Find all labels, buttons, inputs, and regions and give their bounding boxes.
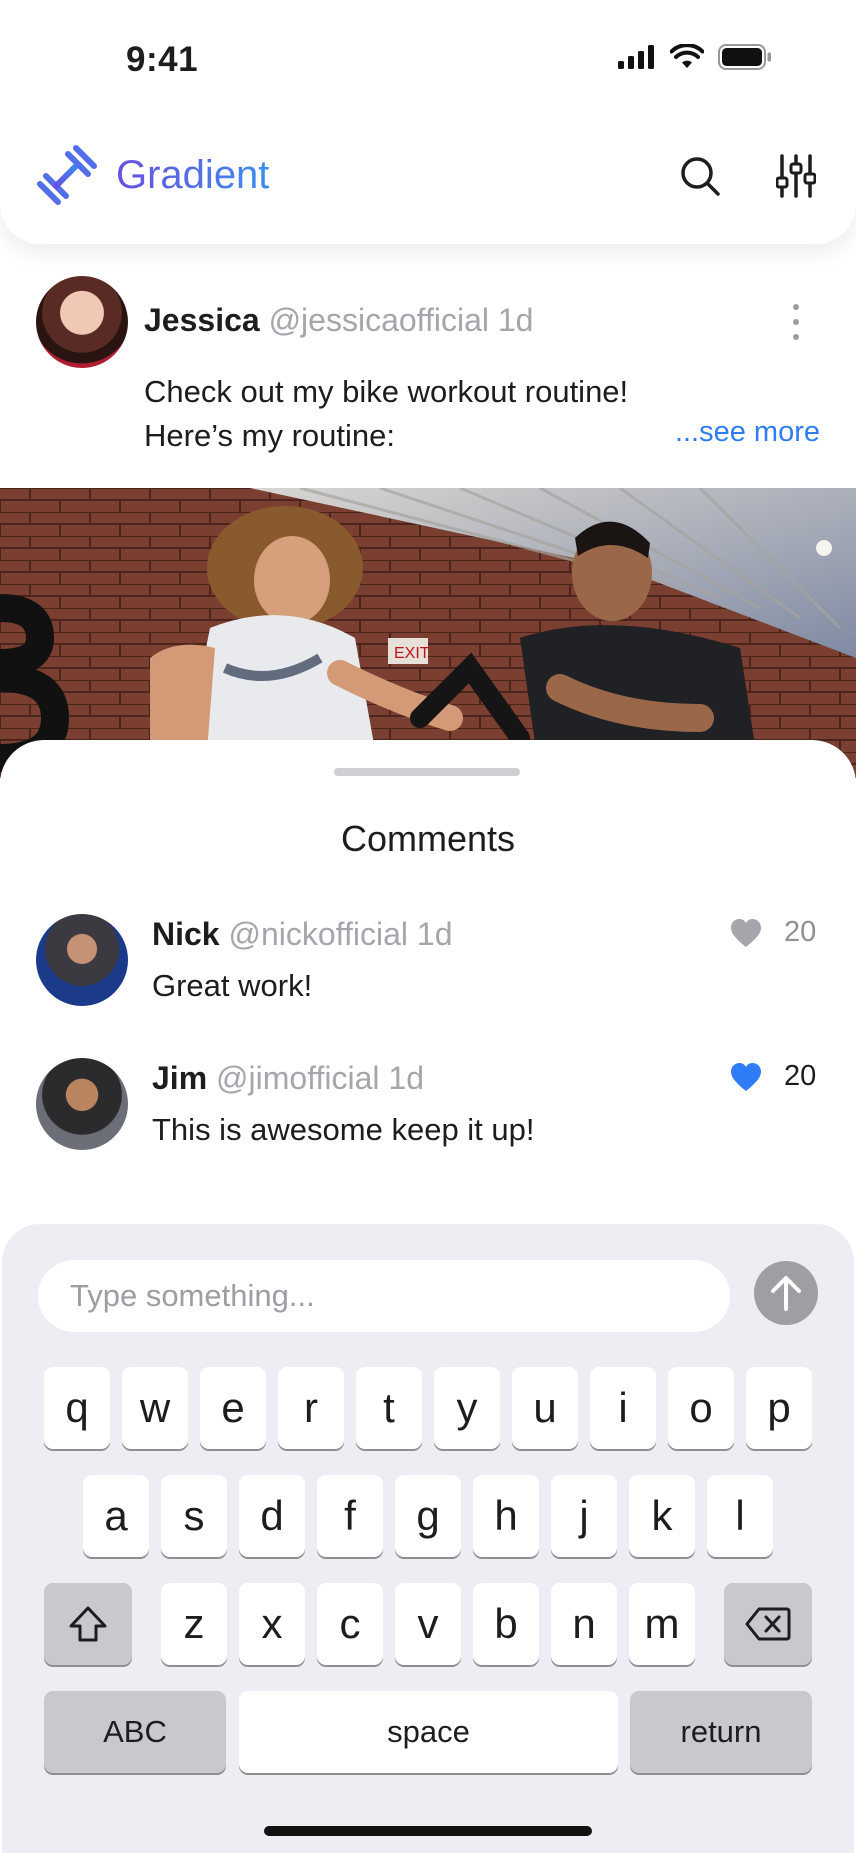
heart-icon[interactable] xyxy=(730,1062,762,1092)
comment-author-name[interactable]: Jim xyxy=(152,1060,207,1096)
key-r[interactable]: r xyxy=(278,1367,344,1449)
key-l[interactable]: l xyxy=(707,1475,773,1557)
post-text-line-2: Here’s my routine: xyxy=(144,418,395,453)
shift-key[interactable] xyxy=(44,1583,132,1665)
key-m[interactable]: m xyxy=(629,1583,695,1665)
key-p[interactable]: p xyxy=(746,1367,812,1449)
wifi-icon xyxy=(670,44,704,68)
key-h[interactable]: h xyxy=(473,1475,539,1557)
status-icons xyxy=(618,44,772,70)
post-text: Check out my bike workout routine! Here’… xyxy=(144,370,628,458)
signal-icon xyxy=(618,45,654,69)
key-x[interactable]: x xyxy=(239,1583,305,1665)
key-d[interactable]: d xyxy=(239,1475,305,1557)
like-count: 20 xyxy=(784,1060,817,1092)
comment-age: 1d xyxy=(416,916,453,952)
key-n[interactable]: n xyxy=(551,1583,617,1665)
comment-meta: Jim @jimofficial 1d xyxy=(152,1060,424,1097)
abc-key[interactable]: ABC xyxy=(44,1691,226,1773)
key-o[interactable]: o xyxy=(668,1367,734,1449)
post-photo[interactable]: EXIT xyxy=(0,488,856,778)
post-author-name[interactable]: Jessica xyxy=(144,302,260,338)
battery-icon xyxy=(718,44,771,70)
backspace-icon xyxy=(745,1607,791,1641)
comment-author-handle[interactable]: @jimofficial xyxy=(216,1060,379,1096)
more-dot xyxy=(793,334,799,340)
post-author-handle[interactable]: @jessicaofficial xyxy=(269,302,489,338)
comment-input[interactable] xyxy=(38,1260,730,1332)
like-count: 20 xyxy=(784,916,817,948)
key-e[interactable]: e xyxy=(200,1367,266,1449)
key-j[interactable]: j xyxy=(551,1475,617,1557)
status-time: 9:41 xyxy=(126,40,199,79)
search-icon xyxy=(681,157,720,196)
home-indicator[interactable] xyxy=(264,1826,592,1836)
key-t[interactable]: t xyxy=(356,1367,422,1449)
key-z[interactable]: z xyxy=(161,1583,227,1665)
app-logo[interactable]: Gradient xyxy=(36,144,269,206)
key-q[interactable]: q xyxy=(44,1367,110,1449)
more-dot xyxy=(793,304,799,310)
key-w[interactable]: w xyxy=(122,1367,188,1449)
comments-title: Comments xyxy=(340,818,516,859)
key-y[interactable]: y xyxy=(434,1367,500,1449)
arrow-up-icon xyxy=(771,1276,801,1311)
comment-text: Great work! xyxy=(152,968,313,1003)
comment-age: 1d xyxy=(388,1060,424,1096)
key-s[interactable]: s xyxy=(161,1475,227,1557)
key-u[interactable]: u xyxy=(512,1367,578,1449)
key-a[interactable]: a xyxy=(83,1475,149,1557)
dumbbell-logo-icon xyxy=(37,145,97,205)
comment-meta: Nick @nickofficial 1d xyxy=(152,916,452,953)
comment-author-name[interactable]: Nick xyxy=(152,916,220,952)
comment-like: 20 xyxy=(730,916,816,949)
more-dot xyxy=(793,319,799,325)
photo-illustration: EXIT xyxy=(0,488,856,778)
search-button[interactable] xyxy=(676,152,724,200)
comment-avatar[interactable] xyxy=(36,914,128,1006)
post-author-avatar[interactable] xyxy=(36,276,128,368)
key-i[interactable]: i xyxy=(590,1367,656,1449)
key-f[interactable]: f xyxy=(317,1475,383,1557)
comment-avatar[interactable] xyxy=(36,1058,128,1150)
see-more-link[interactable]: ...see more xyxy=(675,416,820,449)
sheet-grabber[interactable] xyxy=(334,768,520,776)
return-key[interactable]: return xyxy=(630,1691,812,1773)
filter-button[interactable] xyxy=(772,152,820,200)
shift-icon xyxy=(69,1606,107,1642)
key-b[interactable]: b xyxy=(473,1583,539,1665)
post-more-button[interactable] xyxy=(790,304,802,340)
backspace-key[interactable] xyxy=(724,1583,812,1665)
app-header xyxy=(0,0,856,244)
post-text-line-1: Check out my bike workout routine! xyxy=(144,374,629,409)
key-v[interactable]: v xyxy=(395,1583,461,1665)
sliders-icon xyxy=(776,154,816,198)
key-k[interactable]: k xyxy=(629,1475,695,1557)
svg-text:EXIT: EXIT xyxy=(394,645,430,662)
key-c[interactable]: c xyxy=(317,1583,383,1665)
post-age: 1d xyxy=(497,302,534,338)
comment-author-handle[interactable]: @nickofficial xyxy=(228,916,408,952)
heart-icon[interactable] xyxy=(730,918,762,948)
app-name: Gradient xyxy=(116,152,270,197)
comment-like: 20 xyxy=(730,1060,816,1093)
send-button[interactable] xyxy=(754,1261,818,1325)
key-g[interactable]: g xyxy=(395,1475,461,1557)
space-key[interactable]: space xyxy=(239,1691,618,1773)
comment-text: This is awesome keep it up! xyxy=(152,1112,535,1147)
post-meta: Jessica @jessicaofficial 1d xyxy=(144,302,533,339)
